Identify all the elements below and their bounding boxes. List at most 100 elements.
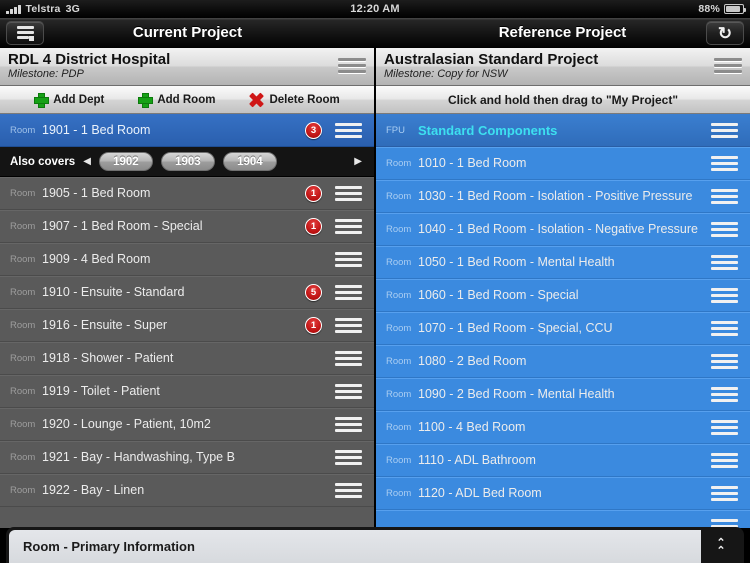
row-type-tag: Room xyxy=(386,322,412,334)
reference-project-title: Australasian Standard Project xyxy=(384,51,599,68)
battery-icon xyxy=(724,4,746,14)
table-row[interactable]: Room 1918 - Shower - Patient xyxy=(0,342,374,375)
also-covers-label: Also covers xyxy=(10,155,76,168)
table-row[interactable]: Room 1905 - 1 Bed Room 1 xyxy=(0,177,374,210)
current-project-toolbar: Add Dept Add Room Delete Room xyxy=(0,86,374,114)
reorder-handle-icon[interactable] xyxy=(711,354,738,370)
row-label: 1907 - 1 Bed Room - Special xyxy=(42,219,203,233)
drag-grip-icon[interactable] xyxy=(714,58,742,74)
current-project-list[interactable]: Room 1901 - 1 Bed Room 3 Also covers ◀ 1… xyxy=(0,114,374,528)
row-label: 1110 - ADL Bathroom xyxy=(418,453,536,467)
reorder-handle-icon[interactable] xyxy=(335,186,362,202)
refresh-button[interactable]: ↻ xyxy=(706,21,744,45)
row-type-tag: Room xyxy=(10,352,36,364)
table-row[interactable]: Room 1090 - 2 Bed Room - Mental Health xyxy=(376,378,750,411)
table-row[interactable]: Room 1080 - 2 Bed Room xyxy=(376,345,750,378)
reference-project-milestone: Milestone: Copy for NSW xyxy=(384,68,508,80)
row-label: 1916 - Ensuite - Super xyxy=(42,318,168,332)
nav-title-current-project: Current Project xyxy=(132,24,243,41)
arrow-right-icon[interactable]: ▶ xyxy=(354,156,362,167)
group-label: Standard Components xyxy=(418,122,558,138)
row-type-tag: Room xyxy=(10,253,36,265)
reorder-handle-icon[interactable] xyxy=(711,156,738,172)
row-label: 1919 - Toilet - Patient xyxy=(42,384,160,398)
plus-icon xyxy=(138,93,154,108)
row-type-tag: Room xyxy=(386,421,412,433)
also-covers-chip-3[interactable]: 1904 xyxy=(222,152,277,171)
list-item-selected[interactable]: Room 1901 - 1 Bed Room 3 xyxy=(0,114,374,147)
row-label: 1080 - 2 Bed Room xyxy=(418,354,527,368)
table-row[interactable]: Room 1050 - 1 Bed Room - Mental Health xyxy=(376,246,750,279)
table-row[interactable]: Room 1920 - Lounge - Patient, 10m2 xyxy=(0,408,374,441)
table-row[interactable]: Room 1060 - 1 Bed Room - Special xyxy=(376,279,750,312)
reorder-handle-icon[interactable] xyxy=(335,351,362,367)
reorder-handle-icon[interactable] xyxy=(335,384,362,400)
row-type-tag: Room xyxy=(386,223,412,235)
row-type-tag: Room xyxy=(10,385,36,397)
table-row[interactable]: Room 1907 - 1 Bed Room - Special 1 xyxy=(0,210,374,243)
reorder-handle-icon[interactable] xyxy=(335,483,362,499)
table-row[interactable]: Room 1030 - 1 Bed Room - Isolation - Pos… xyxy=(376,180,750,213)
row-type-tag: Room xyxy=(386,487,412,499)
reorder-handle-icon[interactable] xyxy=(335,450,362,466)
row-label: 1070 - 1 Bed Room - Special, CCU xyxy=(418,321,613,335)
table-row[interactable]: Room 1010 - 1 Bed Room xyxy=(376,147,750,180)
reorder-handle-icon[interactable] xyxy=(711,486,738,502)
add-dept-label: Add Dept xyxy=(53,93,105,106)
reorder-handle-icon[interactable] xyxy=(711,255,738,271)
delete-room-button[interactable]: Delete Room xyxy=(249,93,339,107)
table-row[interactable]: Room 1909 - 4 Bed Room xyxy=(0,243,374,276)
reorder-handle-icon[interactable] xyxy=(711,321,738,337)
reorder-handle-icon[interactable] xyxy=(335,123,362,139)
status-badge: 3 xyxy=(305,122,322,139)
add-dept-button[interactable]: Add Dept xyxy=(34,93,105,108)
row-label: 1050 - 1 Bed Room - Mental Health xyxy=(418,255,615,269)
status-badge: 1 xyxy=(305,218,322,235)
drag-grip-icon[interactable] xyxy=(338,58,366,74)
expand-drawer-button[interactable]: ⌃ ⌃ xyxy=(701,530,741,563)
reorder-handle-icon[interactable] xyxy=(711,189,738,205)
list-group-header[interactable]: FPU Standard Components xyxy=(376,114,750,147)
reorder-handle-icon[interactable] xyxy=(711,123,738,139)
status-bar: Telstra 3G 12:20 AM 88% xyxy=(0,0,750,18)
delete-room-label: Delete Room xyxy=(269,93,340,106)
reorder-handle-icon[interactable] xyxy=(335,417,362,433)
table-row[interactable]: Room 1100 - 4 Bed Room xyxy=(376,411,750,444)
status-badge: 1 xyxy=(305,317,322,334)
row-type-tag: Room xyxy=(10,418,36,430)
reorder-handle-icon[interactable] xyxy=(335,285,362,301)
reorder-handle-icon[interactable] xyxy=(335,219,362,235)
table-row[interactable] xyxy=(376,510,750,528)
add-room-label: Add Room xyxy=(157,93,216,106)
table-row[interactable]: Room 1110 - ADL Bathroom xyxy=(376,444,750,477)
table-row[interactable]: Room 1070 - 1 Bed Room - Special, CCU xyxy=(376,312,750,345)
table-row[interactable]: Room 1120 - ADL Bed Room xyxy=(376,477,750,510)
battery-percent-label: 88% xyxy=(698,3,720,15)
row-type-tag: Room xyxy=(386,157,412,169)
also-covers-chip-2[interactable]: 1903 xyxy=(160,152,215,171)
reorder-handle-icon[interactable] xyxy=(711,420,738,436)
reorder-handle-icon[interactable] xyxy=(711,453,738,469)
reorder-handle-icon[interactable] xyxy=(711,222,738,238)
chevron-up-icon: ⌃ ⌃ xyxy=(716,536,726,557)
drawer-title: Room - Primary Information xyxy=(9,530,701,563)
add-room-button[interactable]: Add Room xyxy=(138,93,216,108)
row-type-tag: Room xyxy=(10,124,36,136)
table-row[interactable]: Room 1919 - Toilet - Patient xyxy=(0,375,374,408)
reorder-handle-icon[interactable] xyxy=(335,252,362,268)
reorder-handle-icon[interactable] xyxy=(335,318,362,334)
status-badge: 1 xyxy=(305,185,322,202)
row-label: 1100 - 4 Bed Room xyxy=(418,420,526,434)
app-root: Telstra 3G 12:20 AM 88% Current Project … xyxy=(0,0,750,563)
reference-project-list[interactable]: FPU Standard Components Room 1010 - 1 Be… xyxy=(376,114,750,528)
table-row[interactable]: Room 1922 - Bay - Linen xyxy=(0,474,374,507)
drag-hint-label: Click and hold then drag to "My Project" xyxy=(376,86,750,114)
table-row[interactable]: Room 1921 - Bay - Handwashing, Type B xyxy=(0,441,374,474)
arrow-left-icon[interactable]: ◀ xyxy=(83,156,91,167)
table-row[interactable]: Room 1916 - Ensuite - Super 1 xyxy=(0,309,374,342)
reorder-handle-icon[interactable] xyxy=(711,288,738,304)
reorder-handle-icon[interactable] xyxy=(711,387,738,403)
table-row[interactable]: Room 1910 - Ensuite - Standard 5 xyxy=(0,276,374,309)
table-row[interactable]: Room 1040 - 1 Bed Room - Isolation - Neg… xyxy=(376,213,750,246)
also-covers-chip-1[interactable]: 1902 xyxy=(98,152,153,171)
